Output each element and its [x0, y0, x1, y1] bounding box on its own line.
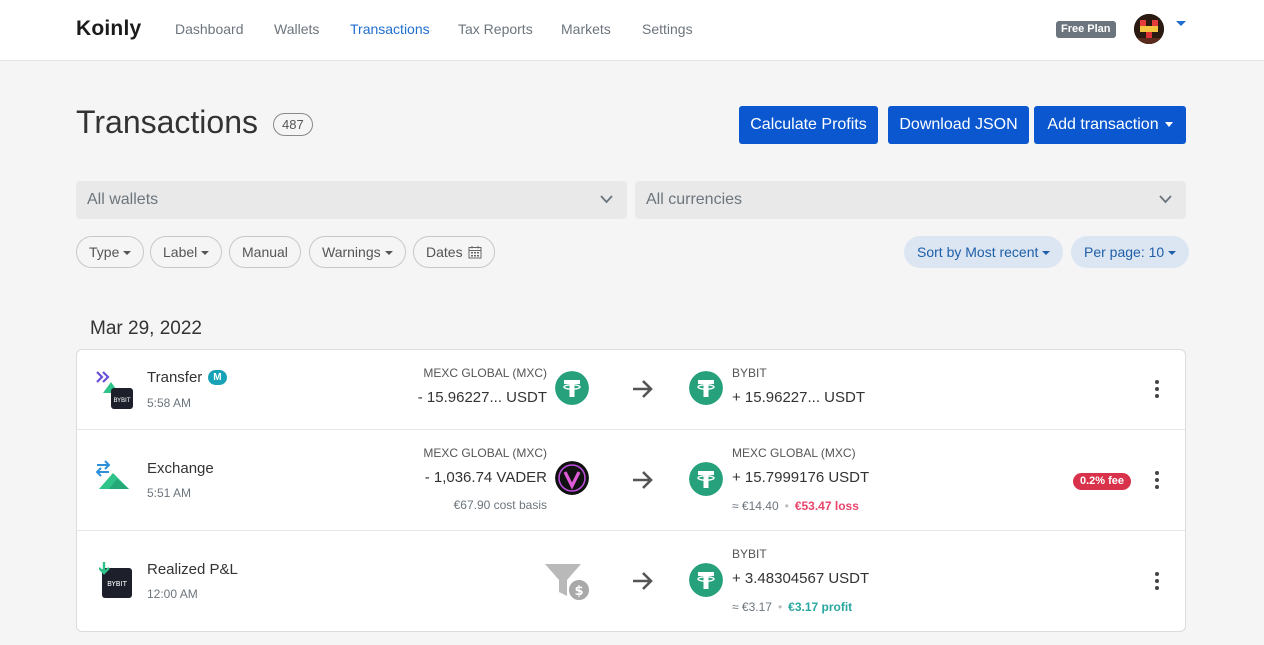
logo[interactable]: Koinly — [76, 17, 141, 41]
transaction-type-label: Transfer — [147, 369, 203, 386]
to-wallet: BYBIT — [732, 547, 767, 561]
chevron-down-icon — [600, 195, 613, 204]
transaction-row[interactable]: Exchange 5:51 AM MEXC GLOBAL (MXC) - 1,0… — [77, 430, 1185, 531]
transaction-time: 5:51 AM — [147, 486, 192, 500]
caret-down-icon — [201, 251, 210, 256]
add-transaction-button[interactable]: Add transaction — [1034, 106, 1186, 144]
nav-wallets[interactable]: Wallets — [274, 21, 319, 37]
to-amount: + 3.48304567 USDT — [732, 570, 870, 587]
filter-dates-label: Dates — [426, 244, 463, 260]
from-wallet: MEXC GLOBAL (MXC) — [423, 366, 547, 380]
wallets-select[interactable]: All wallets — [76, 181, 627, 219]
nav-settings[interactable]: Settings — [642, 21, 693, 37]
gain-loss: €3.17 profit — [788, 600, 853, 614]
plan-badge: Free Plan — [1056, 21, 1116, 38]
svg-text:BYBIT: BYBIT — [107, 580, 128, 588]
from-wallet: MEXC GLOBAL (MXC) — [423, 446, 547, 460]
separator-dot: • — [777, 600, 783, 614]
transaction-time: 5:58 AM — [147, 396, 192, 410]
currencies-select[interactable]: All currencies — [635, 181, 1186, 219]
nav-transactions[interactable]: Transactions — [350, 21, 430, 37]
transaction-type: Exchange — [147, 460, 214, 477]
svg-text:$: $ — [574, 584, 583, 599]
filter-label[interactable]: Label — [150, 236, 223, 268]
arrow-right-icon — [633, 572, 653, 590]
to-amount: + 15.7999176 USDT — [732, 469, 870, 486]
usdt-icon — [689, 462, 723, 496]
filter-manual-label: Manual — [242, 244, 288, 260]
caret-down-icon — [123, 251, 132, 256]
caret-down-icon — [384, 251, 393, 256]
transaction-row[interactable]: BYBIT Realized P&L 12:00 AM $ BYBIT + 3.… — [77, 531, 1185, 631]
vader-icon — [555, 461, 589, 495]
nav-tax-reports[interactable]: Tax Reports — [458, 21, 533, 37]
chevron-down-icon — [1159, 195, 1172, 204]
chevron-down-icon[interactable] — [1176, 21, 1186, 26]
top-navbar: Koinly Dashboard Wallets Transactions Ta… — [0, 0, 1264, 61]
add-transaction-label: Add transaction — [1047, 116, 1159, 133]
filter-label-label: Label — [163, 244, 198, 260]
fiat-value: ≈ €14.40 — [732, 499, 779, 513]
transaction-type: Realized P&L — [147, 561, 238, 578]
funnel-icon: $ — [545, 564, 591, 602]
per-page-dropdown[interactable]: Per page: 10 — [1071, 236, 1190, 268]
filter-type[interactable]: Type — [76, 236, 145, 268]
nav-dashboard[interactable]: Dashboard — [175, 21, 244, 37]
to-value: ≈ €14.40 • €53.47 loss — [732, 499, 859, 513]
usdt-icon — [689, 563, 723, 597]
more-options-icon[interactable] — [1150, 471, 1164, 491]
caret-down-icon — [1168, 251, 1177, 256]
transaction-type: Transfer M — [147, 369, 227, 386]
currencies-select-value: All currencies — [646, 191, 743, 208]
filter-warnings-label: Warnings — [322, 244, 381, 260]
gain-loss: €53.47 loss — [794, 499, 859, 513]
manual-badge: M — [208, 370, 227, 385]
from-amount: - 15.96227... USDT — [417, 389, 547, 406]
transfer-icon: BYBIT — [96, 371, 133, 409]
transaction-row[interactable]: BYBIT Transfer M 5:58 AM MEXC GLOBAL (MXC… — [77, 350, 1185, 430]
svg-text:BYBIT: BYBIT — [113, 397, 130, 404]
sort-label: Sort by Most recent — [917, 244, 1039, 260]
to-wallet: MEXC GLOBAL (MXC) — [732, 446, 856, 460]
caret-down-icon — [1164, 122, 1173, 128]
more-options-icon[interactable] — [1150, 572, 1164, 592]
to-amount: + 15.96227... USDT — [732, 389, 865, 406]
caret-down-icon — [1042, 251, 1051, 256]
transaction-count-badge: 487 — [273, 113, 313, 136]
to-wallet: BYBIT — [732, 366, 767, 380]
to-value: ≈ €3.17 • €3.17 profit — [732, 600, 852, 614]
filter-type-label: Type — [89, 244, 120, 260]
separator-dot: • — [784, 499, 789, 513]
more-options-icon[interactable] — [1150, 380, 1164, 400]
page-title: Transactions — [76, 104, 258, 140]
calculate-profits-button[interactable]: Calculate Profits — [739, 106, 878, 144]
nav-markets[interactable]: Markets — [561, 21, 611, 37]
filter-dates[interactable]: Dates — [413, 236, 496, 268]
transaction-time: 12:00 AM — [147, 587, 198, 601]
date-group-heading: Mar 29, 2022 — [90, 318, 202, 339]
arrow-right-icon — [633, 380, 653, 398]
sort-dropdown[interactable]: Sort by Most recent — [904, 236, 1064, 268]
usdt-icon — [689, 371, 723, 405]
cost-basis: €67.90 cost basis — [453, 498, 547, 512]
wallets-select-value: All wallets — [87, 191, 159, 208]
from-amount: - 1,036.74 VADER — [424, 469, 547, 486]
transactions-list: BYBIT Transfer M 5:58 AM MEXC GLOBAL (MXC… — [76, 349, 1186, 632]
per-page-label: Per page: 10 — [1084, 244, 1165, 260]
deposit-icon: BYBIT — [99, 562, 132, 598]
filter-manual[interactable]: Manual — [229, 236, 301, 268]
fiat-value: ≈ €3.17 — [732, 600, 772, 614]
calendar-icon — [468, 246, 482, 259]
exchange-icon — [95, 460, 129, 489]
filter-warnings[interactable]: Warnings — [309, 236, 406, 268]
fee-badge: 0.2% fee — [1073, 473, 1132, 490]
arrow-right-icon — [633, 471, 653, 489]
user-avatar[interactable] — [1134, 14, 1164, 44]
usdt-icon — [555, 371, 589, 405]
download-json-button[interactable]: Download JSON — [888, 106, 1029, 144]
